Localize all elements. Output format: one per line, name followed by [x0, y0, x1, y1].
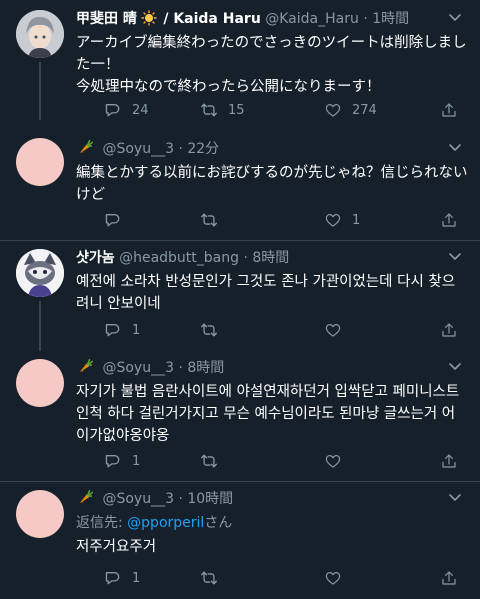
retweet-icon: [200, 213, 218, 227]
separator-dot: ·: [178, 141, 183, 157]
chevron-down-icon[interactable]: [448, 359, 462, 373]
reply-mention-link[interactable]: @pporperil: [127, 515, 204, 531]
like-icon: [325, 213, 341, 227]
share-button[interactable]: [440, 568, 468, 588]
share-icon: [442, 571, 456, 585]
reply-button[interactable]: 1: [104, 320, 140, 340]
timestamp[interactable]: 8時間: [187, 360, 224, 376]
display-name-suffix[interactable]: / Kaida Haru: [163, 11, 260, 27]
tweet-text: 編集とかする以前にお詫びするのが先じゃね？信じられないけど: [76, 165, 468, 203]
avatar-image: [16, 249, 64, 297]
retweet-button[interactable]: 15: [200, 100, 245, 120]
share-icon: [442, 323, 456, 337]
carrot-emoji-icon: [78, 139, 94, 155]
separator-dot: ·: [178, 360, 183, 376]
tweet-1[interactable]: 甲斐田 晴 / Kaida Haru @Kaida_Haru · 1時間 アーカ…: [0, 0, 480, 130]
retweet-icon: [200, 323, 218, 337]
tweet-3[interactable]: 샷가놈 @headbutt_bang · 8時間 예전에 소라차 반성문인가 그…: [0, 241, 480, 351]
display-name[interactable]: 샷가놈: [76, 250, 115, 266]
handle[interactable]: @Soyu__3: [102, 141, 174, 157]
reply-count: 24: [132, 102, 149, 118]
thread-line: [39, 301, 41, 351]
reply-button[interactable]: [104, 210, 132, 230]
retweet-button[interactable]: [200, 210, 228, 230]
retweet-icon: [200, 454, 218, 468]
share-button[interactable]: [440, 210, 468, 230]
handle[interactable]: @Kaida_Haru: [265, 11, 359, 27]
share-button[interactable]: [440, 451, 468, 471]
like-button[interactable]: [324, 451, 352, 471]
chevron-down-icon[interactable]: [448, 10, 462, 24]
avatar[interactable]: [16, 138, 64, 186]
like-count: 1: [352, 212, 361, 228]
tweet-text: 예전에 소라차 반성문인가 그것도 존나 가관이었는데 다시 찾으려니 안보이네: [76, 274, 456, 312]
reply-prefix: 返信先:: [76, 515, 128, 531]
like-icon: [325, 571, 341, 585]
chevron-down-icon[interactable]: [448, 140, 462, 154]
share-button[interactable]: [440, 100, 468, 120]
reply-icon: [105, 214, 120, 227]
reply-button[interactable]: 1: [104, 568, 140, 588]
like-button[interactable]: [324, 320, 352, 340]
tweet-text: 자기가 불법 음란사이트에 야설연재하던거 입싹닫고 페미니스트 인척 하다 걸…: [76, 384, 460, 444]
like-button[interactable]: [324, 568, 352, 588]
share-button[interactable]: [440, 320, 468, 340]
separator-dot: ·: [243, 250, 248, 266]
replying-to: 返信先: @pporperilさん: [76, 512, 468, 534]
carrot-emoji-icon: [78, 358, 94, 374]
share-icon: [442, 454, 456, 468]
reply-button[interactable]: 1: [104, 451, 140, 471]
reply-count: 1: [132, 453, 141, 469]
avatar[interactable]: [16, 359, 64, 407]
handle[interactable]: @Soyu__3: [102, 360, 174, 376]
sun-emoji-icon: [141, 10, 157, 26]
timestamp[interactable]: 1時間: [372, 11, 409, 27]
retweet-count: 15: [228, 102, 245, 118]
avatar[interactable]: [16, 10, 64, 58]
like-count: 274: [352, 102, 377, 118]
like-button[interactable]: 274: [324, 100, 377, 120]
like-icon: [325, 454, 341, 468]
tweet-text: 저주거요주거: [76, 539, 157, 555]
like-icon: [325, 323, 341, 337]
reply-count: 1: [132, 570, 141, 586]
carrot-emoji-icon: [78, 489, 94, 505]
retweet-icon: [200, 571, 218, 585]
reply-icon: [105, 455, 120, 468]
avatar[interactable]: [16, 490, 64, 538]
retweet-button[interactable]: [200, 451, 228, 471]
avatar[interactable]: [16, 249, 64, 297]
thread-line: [39, 62, 41, 120]
handle[interactable]: @Soyu__3: [102, 491, 174, 507]
chevron-down-icon[interactable]: [448, 249, 462, 263]
timestamp[interactable]: 22分: [187, 141, 219, 157]
avatar-image: [16, 10, 64, 58]
display-name[interactable]: 甲斐田 晴: [76, 11, 137, 27]
timestamp[interactable]: 8時間: [252, 250, 289, 266]
retweet-icon: [200, 103, 218, 117]
reply-icon: [105, 572, 120, 585]
reply-icon: [105, 324, 120, 337]
tweet-2[interactable]: @Soyu__3 · 22分 編集とかする以前にお詫びするのが先じゃね？信じられ…: [0, 130, 480, 240]
like-button[interactable]: 1: [324, 210, 360, 230]
timestamp[interactable]: 10時間: [187, 491, 233, 507]
retweet-button[interactable]: [200, 568, 228, 588]
share-icon: [442, 103, 456, 117]
like-icon: [325, 103, 341, 117]
share-icon: [442, 213, 456, 227]
reply-suffix: さん: [204, 515, 233, 531]
handle[interactable]: @headbutt_bang: [119, 250, 239, 266]
tweet-4[interactable]: @Soyu__3 · 8時間 자기가 불법 음란사이트에 야설연재하던거 입싹닫…: [0, 351, 480, 481]
reply-count: 1: [132, 322, 141, 338]
reply-icon: [105, 104, 120, 117]
tweet-5[interactable]: @Soyu__3 · 10時間 返信先: @pporperilさん 저주거요주거…: [0, 482, 480, 599]
tweet-text: アーカイブ編集終わったのでさっきのツイートは削除しました一！ 今処理中なので終わ…: [76, 35, 467, 95]
separator-dot: ·: [363, 11, 368, 27]
separator-dot: ·: [178, 491, 183, 507]
chevron-down-icon[interactable]: [448, 490, 462, 504]
retweet-button[interactable]: [200, 320, 228, 340]
reply-button[interactable]: 24: [104, 100, 149, 120]
